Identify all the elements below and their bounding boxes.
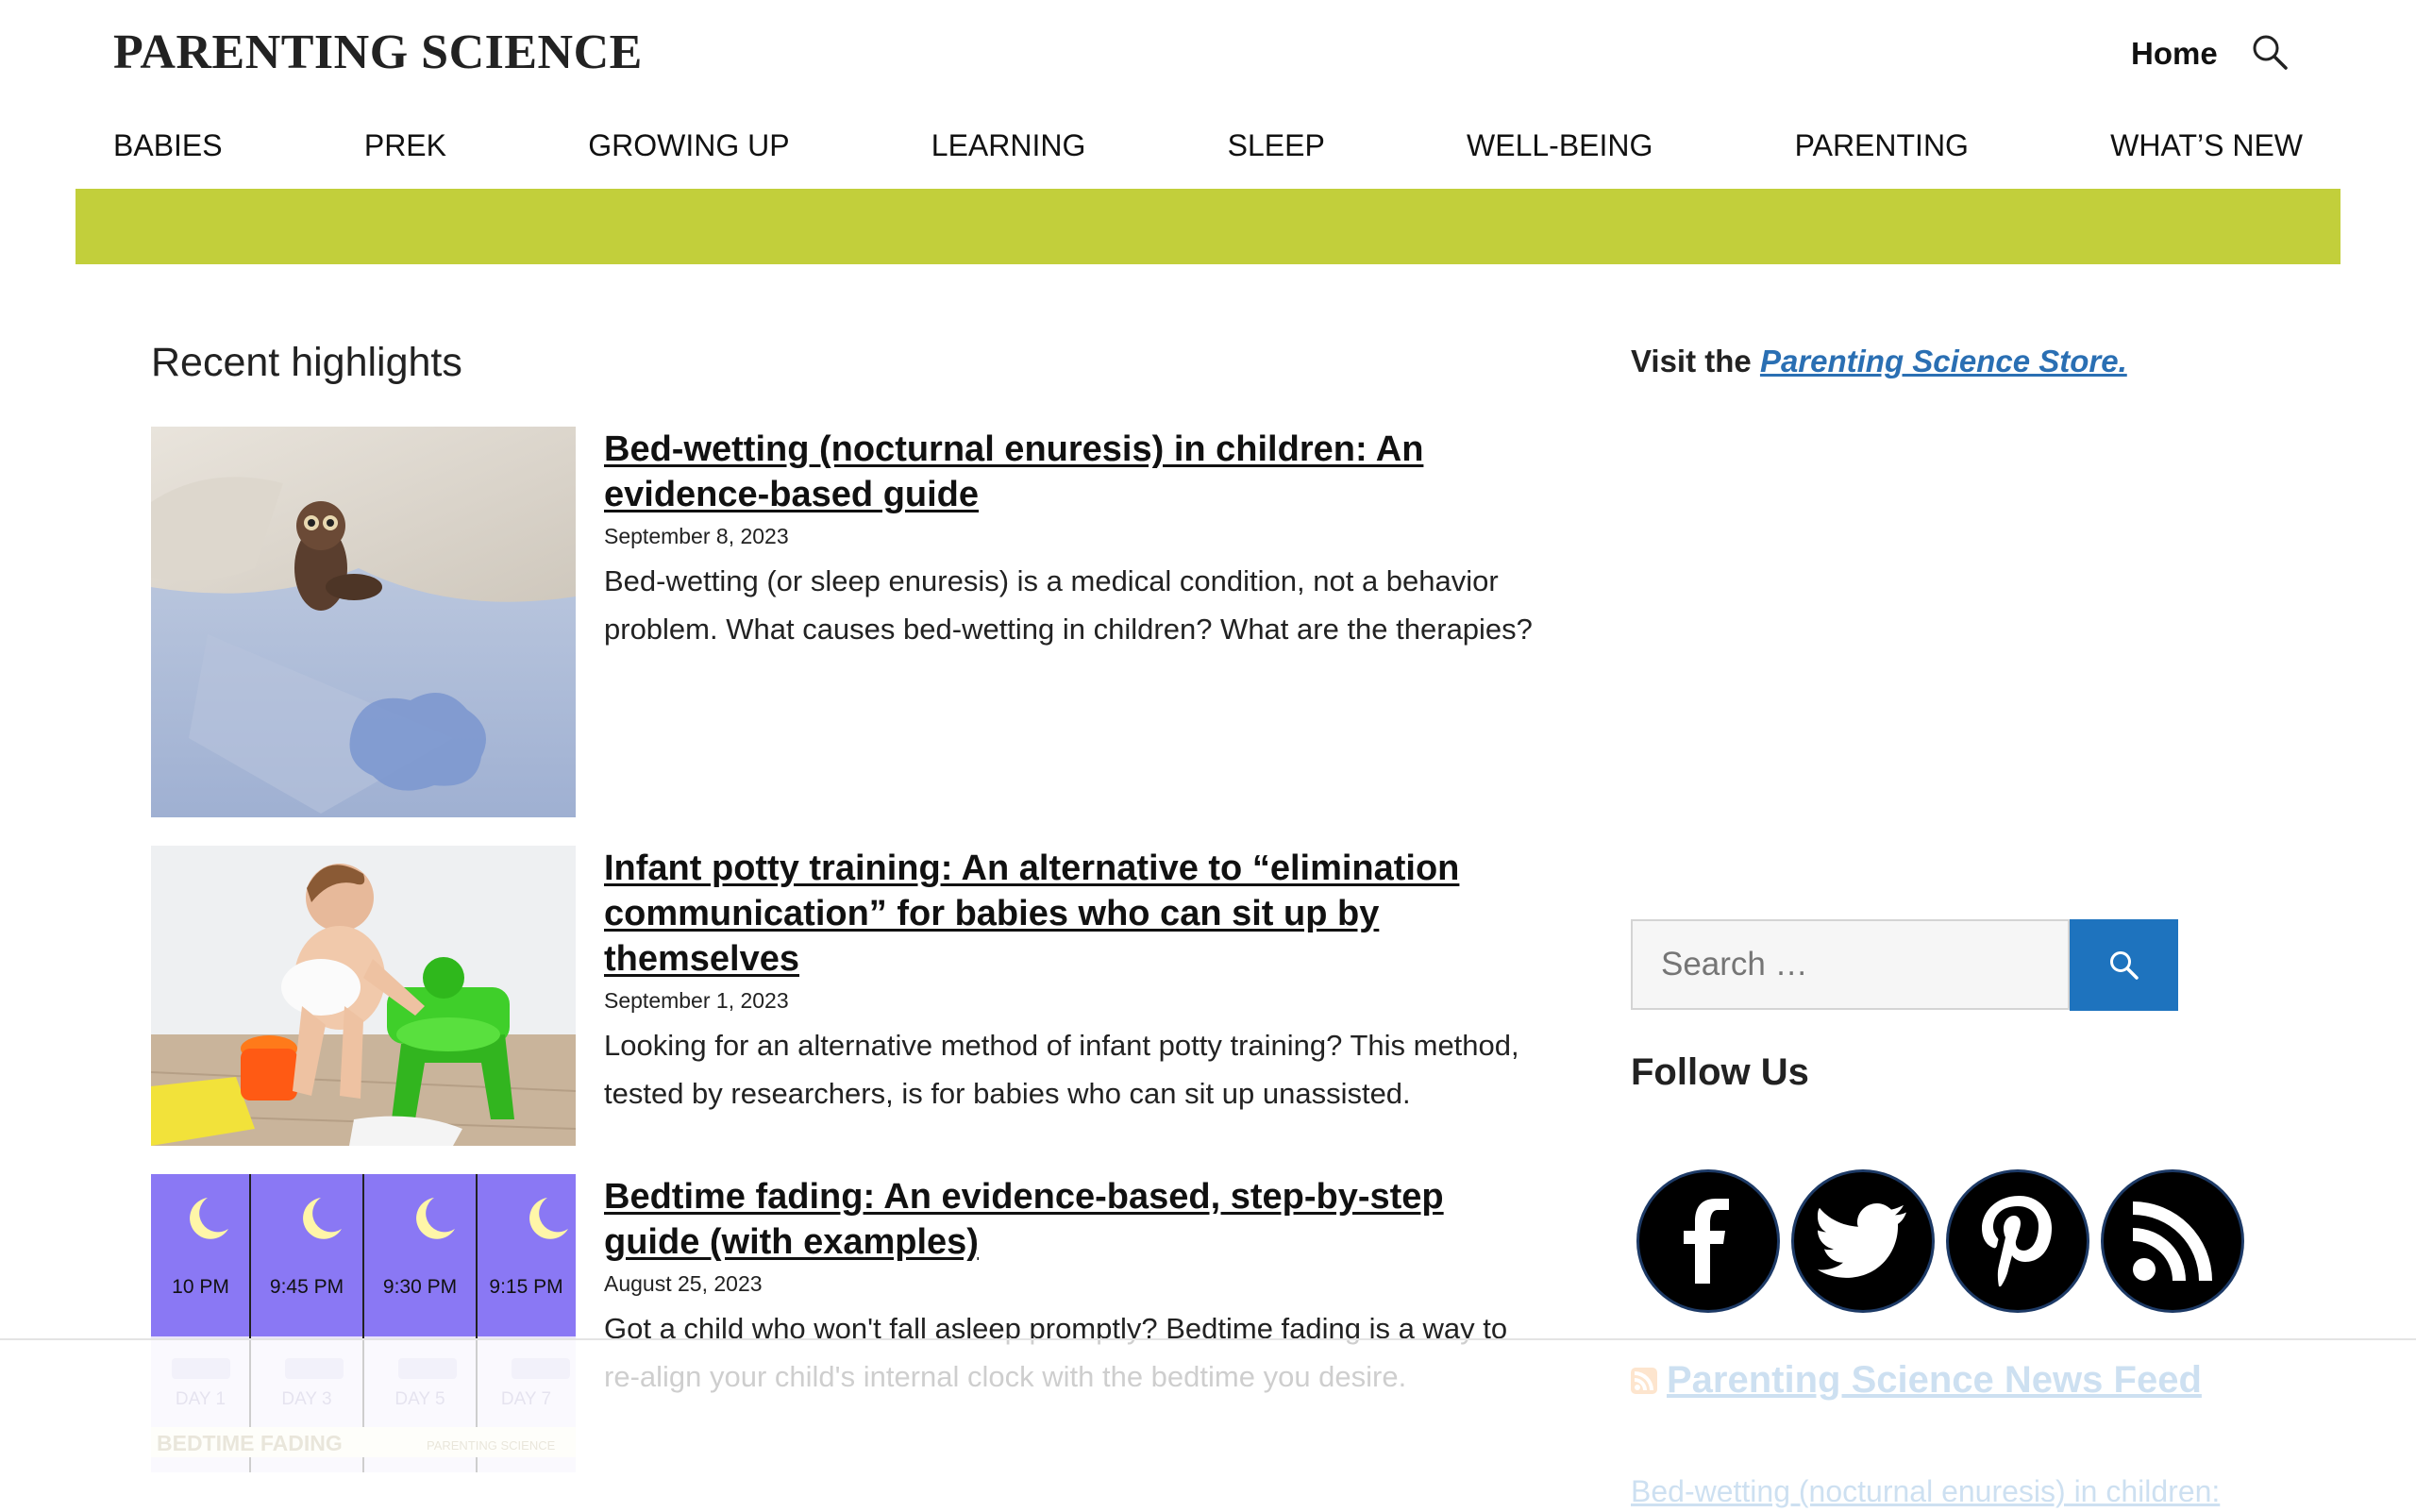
home-link[interactable]: Home — [2131, 36, 2218, 72]
post-excerpt: Bed-wetting (or sleep enuresis) is a med… — [604, 564, 1533, 646]
post-body: Infant potty training: An alternative to… — [604, 846, 1548, 1117]
day-label: DAY 1 — [175, 1389, 226, 1409]
thumb-brand: PARENTING SCIENCE — [427, 1438, 556, 1453]
post-excerpt: Got a child who won't fall asleep prompt… — [604, 1312, 1508, 1393]
nav-item-prek[interactable]: PREK — [364, 128, 446, 163]
nav-item-growing-up[interactable]: GROWING UP — [588, 128, 789, 163]
rss-feed-icon — [1631, 1367, 1657, 1394]
search-icon — [2109, 950, 2139, 980]
pinterest-glyph — [1982, 1196, 2052, 1286]
post-title-link[interactable]: Bed-wetting (nocturnal enuresis) in chil… — [604, 427, 1548, 517]
search-field[interactable] — [1631, 919, 2070, 1010]
post-body: Bedtime fading: An evidence-based, step-… — [604, 1174, 1548, 1401]
nav-item-sleep[interactable]: SLEEP — [1228, 128, 1325, 163]
post-thumbnail[interactable] — [151, 846, 576, 1146]
search-button[interactable] — [2070, 919, 2178, 1011]
nav-item-babies[interactable]: BABIES — [113, 128, 223, 163]
nav-item-well-being[interactable]: WELL-BEING — [1467, 128, 1653, 163]
post-title-link[interactable]: Bedtime fading: An evidence-based, step-… — [604, 1174, 1548, 1265]
time-label: 10 PM — [172, 1276, 229, 1298]
store-prefix: Visit the — [1631, 344, 1760, 378]
time-label: 9:30 PM — [382, 1276, 458, 1298]
post-thumbnail[interactable]: 10 PM 9:45 PM 9:30 PM 9:15 PM DAY 1 DAY … — [151, 1174, 576, 1472]
search-icon[interactable] — [2250, 32, 2290, 72]
thumb-caption: BEDTIME FADING — [157, 1431, 343, 1455]
post-date: September 1, 2023 — [604, 988, 789, 1013]
site-title[interactable]: PARENTING SCIENCE — [113, 25, 643, 80]
bedtime-fading-image — [151, 1174, 576, 1472]
bedwetting-image — [151, 427, 576, 817]
time-label: 9:45 PM — [269, 1276, 344, 1298]
news-feed-item[interactable]: Bed-wetting (nocturnal enuresis) in chil… — [1631, 1474, 2220, 1509]
rss-icon[interactable] — [2104, 1172, 2241, 1310]
store-link[interactable]: Parenting Science Store. — [1760, 344, 2127, 378]
post-thumbnail[interactable] — [151, 427, 576, 817]
day-label: DAY 7 — [500, 1389, 552, 1409]
facebook-icon[interactable] — [1639, 1172, 1777, 1310]
twitter-icon[interactable] — [1794, 1172, 1932, 1310]
main-nav: BABIES PREK GROWING UP LEARNING SLEEP WE… — [113, 128, 2303, 163]
nav-item-whats-new[interactable]: WHAT’S NEW — [2110, 128, 2303, 163]
bedtime-times-row: 10 PM 9:45 PM 9:30 PM 9:15 PM — [151, 1276, 576, 1299]
post-title-link[interactable]: Infant potty training: An alternative to… — [604, 846, 1548, 982]
pinterest-icon[interactable] — [1949, 1172, 2087, 1310]
rss-glyph — [2133, 1201, 2212, 1281]
header-color-band — [76, 189, 2340, 264]
news-feed-header: Parenting Science News Feed — [1631, 1359, 2202, 1402]
store-promo: Visit the Parenting Science Store. — [1631, 344, 2127, 379]
post-body: Bed-wetting (nocturnal enuresis) in chil… — [604, 427, 1548, 653]
time-label: 9:15 PM — [489, 1276, 563, 1298]
facebook-glyph — [1684, 1199, 1729, 1284]
post-date: September 8, 2023 — [604, 524, 789, 548]
search-icon-graphic — [2253, 35, 2288, 70]
section-title: Recent highlights — [151, 340, 462, 385]
follow-us-title: Follow Us — [1631, 1051, 1809, 1093]
twitter-glyph — [1818, 1203, 1906, 1278]
nav-item-parenting[interactable]: PARENTING — [1795, 128, 1969, 163]
post-excerpt: Looking for an alternative method of inf… — [604, 1029, 1519, 1110]
bedtime-days-row: DAY 1 DAY 3 DAY 5 DAY 7 — [151, 1389, 576, 1410]
search-input[interactable] — [1633, 921, 2068, 1008]
news-feed-link[interactable]: Parenting Science News Feed — [1667, 1359, 2202, 1402]
day-label: DAY 3 — [281, 1389, 332, 1409]
post-date: August 25, 2023 — [604, 1271, 763, 1296]
potty-training-image — [151, 846, 576, 1146]
day-label: DAY 5 — [394, 1389, 445, 1409]
nav-item-learning[interactable]: LEARNING — [931, 128, 1086, 163]
